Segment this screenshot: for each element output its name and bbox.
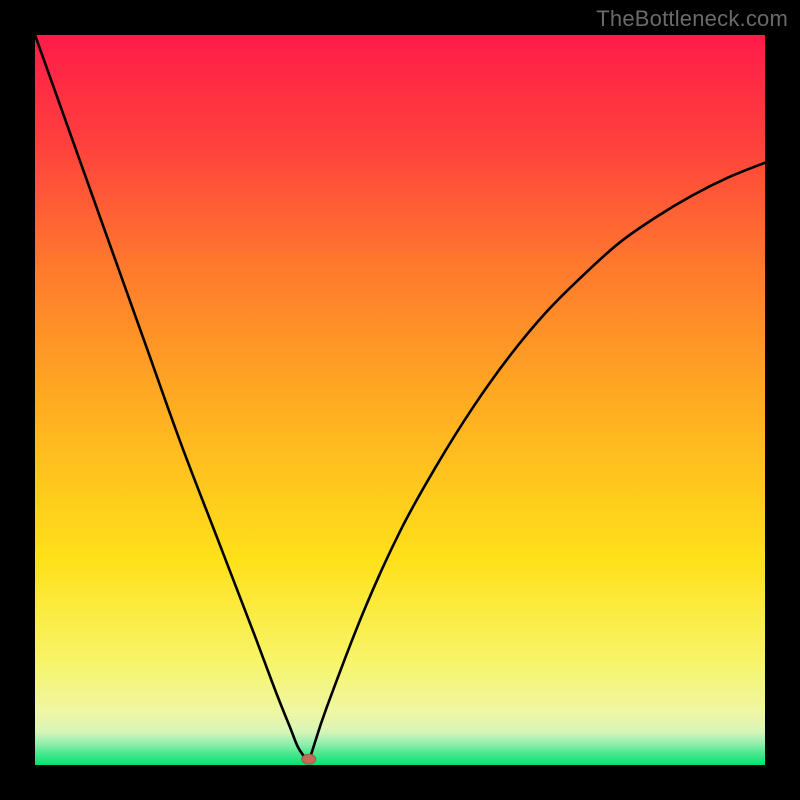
chart-background — [35, 35, 765, 765]
optimal-point-marker — [302, 754, 316, 764]
watermark-label: TheBottleneck.com — [596, 6, 788, 32]
plot-area — [35, 35, 765, 765]
chart-frame: TheBottleneck.com — [0, 0, 800, 800]
chart-svg — [35, 35, 765, 765]
